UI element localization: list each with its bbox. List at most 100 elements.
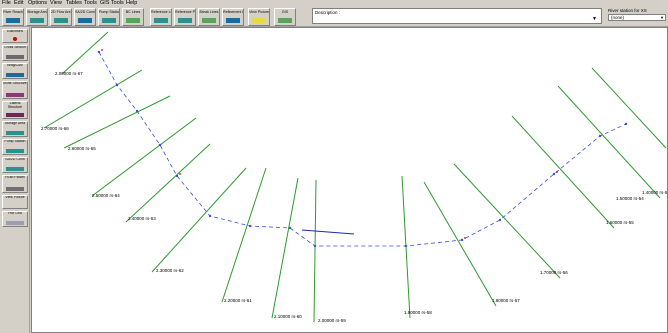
river-station-point[interactable]: [624, 122, 628, 126]
htab-icon: [6, 187, 24, 191]
menu-gis-tools[interactable]: GIS Tools: [100, 0, 124, 7]
river-station-point[interactable]: [115, 83, 119, 87]
cross-section-label: 1.90000 rs-58: [404, 310, 432, 315]
edit-insert-button[interactable]: Edit/Insert: [2, 29, 28, 43]
inline-structure-button[interactable]: Inline Structure: [2, 81, 28, 99]
gis-button[interactable]: GIS: [274, 8, 296, 26]
cross-section-line[interactable]: [221, 167, 267, 303]
cross-section-line[interactable]: [151, 167, 247, 273]
left-toolbar-label: Plot Grid: [8, 211, 22, 215]
reference-points-icon: [178, 18, 192, 23]
menu-help[interactable]: Help: [126, 0, 137, 7]
cross-section-label: 2.10000 rs-60: [274, 314, 302, 319]
cross-section-line[interactable]: [313, 179, 317, 323]
toolbar-label: Reference Points: [175, 10, 195, 14]
river-station-point[interactable]: [460, 238, 464, 242]
river-station-point[interactable]: [175, 174, 179, 178]
toolbar-label: GIS: [281, 10, 289, 14]
bank-station-marker: [101, 49, 103, 51]
cross-section-line[interactable]: [91, 117, 197, 197]
cross-section-label: 2.00000 rs-67: [55, 71, 83, 76]
left-toolbar-label: View Picture: [5, 195, 25, 199]
bridge-culvert-button[interactable]: Brdg/Culv: [2, 63, 28, 79]
toolbar-label: Reference Lines: [151, 10, 171, 14]
river-station-select[interactable]: (none) ▼: [608, 14, 666, 21]
cross-section-button[interactable]: Cross Section: [2, 45, 28, 61]
storage-area-icon: [30, 18, 44, 23]
reference-points-button[interactable]: Reference Points: [174, 8, 196, 26]
description-label: Description :: [315, 10, 341, 15]
menu-view[interactable]: View: [50, 0, 62, 7]
toolbar-label: River Reach: [3, 10, 23, 14]
river-station-point[interactable]: [404, 244, 408, 248]
toolbar-label: Break Lines: [199, 10, 219, 14]
view-picture-button[interactable]: View Picture: [248, 8, 270, 26]
view-picture-left-button[interactable]: View Picture: [2, 195, 28, 209]
lateral-structure-button[interactable]: Lateral Structure: [2, 101, 28, 119]
sa-connection-icon: [6, 167, 24, 171]
river-station-point[interactable]: [288, 226, 292, 230]
cross-section-line[interactable]: [271, 177, 299, 319]
river-station-point[interactable]: [97, 50, 101, 54]
left-toolbar-label: Brdg/Culv: [7, 63, 23, 67]
description-scroll-icon[interactable]: ▼: [592, 16, 597, 22]
refinement-region-icon: [226, 18, 240, 23]
bridge-icon: [6, 73, 24, 77]
refinement-region-button[interactable]: Refinement Region: [222, 8, 244, 26]
river-station-point[interactable]: [135, 109, 139, 113]
bank-station-marker: [556, 171, 558, 173]
menu-file[interactable]: File: [2, 0, 11, 7]
storage-area-button[interactable]: Storage Area: [26, 8, 48, 26]
menu-bar: File Edit Options View Tables Tools GIS …: [0, 0, 668, 7]
river-station-value: (none): [611, 15, 625, 20]
river-station-point[interactable]: [598, 134, 602, 138]
river-schematic[interactable]: [32, 28, 668, 333]
river-station-point[interactable]: [498, 218, 502, 222]
toolbar-label: Storage Area: [27, 10, 47, 14]
left-toolbar-label: HTab Param: [5, 175, 25, 179]
river-station-point[interactable]: [313, 244, 317, 248]
htab-param-button[interactable]: HTab Param: [2, 175, 28, 193]
reference-lines-button[interactable]: Reference Lines: [150, 8, 172, 26]
flow-area-2d-button[interactable]: 2D Flow Area: [50, 8, 72, 26]
menu-tools[interactable]: Tools: [84, 0, 97, 7]
reference-lines-icon: [154, 18, 168, 23]
bc-lines-icon: [126, 18, 140, 23]
cross-section-line[interactable]: [557, 85, 661, 199]
left-toolbar-label: SA/2D Conn: [5, 157, 25, 161]
cross-section-label: 1.70000 rs-56: [540, 270, 568, 275]
gis-icon: [278, 18, 292, 23]
cross-section-label: 2.70000 rs-66: [41, 126, 69, 131]
menu-edit[interactable]: Edit: [14, 0, 23, 7]
break-lines-button[interactable]: Break Lines: [198, 8, 220, 26]
sa-connection-button[interactable]: SA/2D Conn: [74, 8, 96, 26]
chevron-down-icon: ▼: [660, 15, 664, 20]
left-toolbar-label: Storage Area: [4, 121, 26, 125]
menu-tables[interactable]: Tables: [66, 0, 82, 7]
description-field[interactable]: Description :: [312, 8, 602, 24]
cross-section-line[interactable]: [61, 31, 109, 75]
pump-station-button[interactable]: Pump Station: [98, 8, 120, 26]
cross-section-line[interactable]: [423, 181, 497, 307]
cross-section-label: 1.60000 rs-55: [606, 220, 634, 225]
bc-lines-button[interactable]: BC Lines: [122, 8, 144, 26]
storage-area-left-button[interactable]: Storage Area: [2, 121, 28, 137]
cross-section-line[interactable]: [43, 69, 143, 129]
sa-connection-left-button[interactable]: SA/2D Conn: [2, 157, 28, 173]
river-station-point[interactable]: [208, 214, 212, 218]
cross-section-line[interactable]: [63, 95, 171, 149]
river-station-point[interactable]: [158, 143, 162, 147]
river-station-point[interactable]: [552, 172, 556, 176]
cross-section-line[interactable]: [125, 143, 211, 223]
plot-grid-button[interactable]: Plot Grid: [2, 211, 28, 227]
toolbar-label: 2D Flow Area: [51, 10, 71, 14]
pump-station-left-button[interactable]: Pump Station: [2, 139, 28, 155]
cross-section-label: 2.60000 rs-65: [68, 146, 96, 151]
menu-options[interactable]: Options: [28, 0, 47, 7]
river-station-point[interactable]: [248, 224, 252, 228]
river-centerline[interactable]: [98, 51, 627, 247]
river-reach-button[interactable]: River Reach: [2, 8, 24, 26]
schematic-canvas[interactable]: 2.00000 rs-67 2.70000 rs-66 2.60000 rs-65 2…: [31, 27, 668, 333]
cross-section-label: 1.80000 rs-57: [492, 298, 520, 303]
cross-section-line[interactable]: [511, 115, 615, 229]
